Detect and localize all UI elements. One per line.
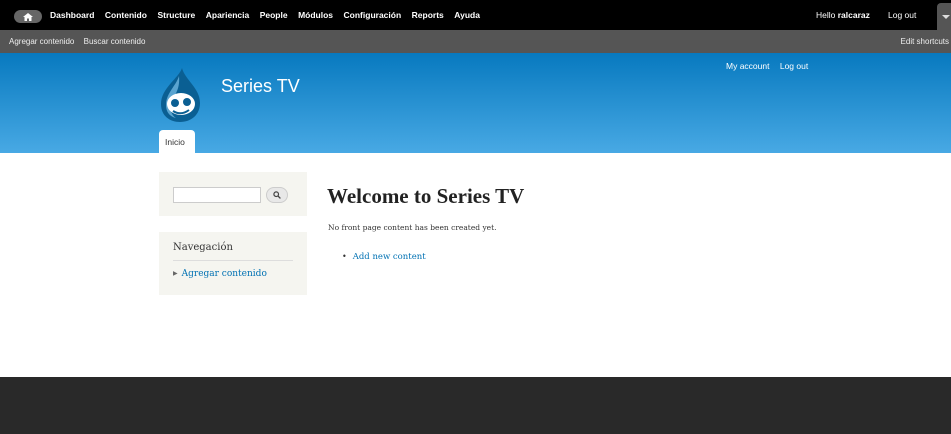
- page-message: No front page content has been created y…: [328, 223, 497, 232]
- navigation-divider: [173, 260, 293, 261]
- header-logout-link[interactable]: Log out: [780, 61, 808, 71]
- search-icon: [273, 191, 281, 199]
- user-links: My account Log out: [726, 61, 816, 71]
- toolbar-logout-link[interactable]: Log out: [888, 10, 916, 20]
- add-new-content-link[interactable]: Add new content: [353, 252, 426, 262]
- site-footer: [0, 377, 951, 434]
- search-block: [159, 172, 307, 216]
- site-logo[interactable]: [157, 66, 203, 129]
- page-title: Welcome to Series TV: [327, 184, 525, 208]
- my-account-link[interactable]: My account: [726, 61, 769, 71]
- toggle-arrow-icon[interactable]: [937, 3, 951, 30]
- menu-ayuda[interactable]: Ayuda: [454, 10, 480, 20]
- shortcut-buscar-contenido[interactable]: Buscar contenido: [84, 37, 146, 46]
- shortcuts-bar: Agregar contenido Buscar contenido Edit …: [0, 30, 951, 53]
- home-button[interactable]: [14, 10, 42, 23]
- menu-people[interactable]: People: [260, 10, 288, 20]
- search-button[interactable]: [266, 187, 288, 203]
- bullet-arrow-icon: ▶: [173, 270, 178, 277]
- admin-menu: Dashboard Contenido Structure Apariencia…: [50, 10, 490, 20]
- site-name[interactable]: Series TV: [221, 76, 300, 97]
- menu-reports[interactable]: Reports: [412, 10, 444, 20]
- bullet-icon: •: [342, 252, 347, 261]
- edit-shortcuts-link[interactable]: Edit shortcuts: [901, 37, 949, 46]
- site-header: Series TV My account Log out Inicio: [0, 53, 951, 153]
- hello-user: Hello ralcaraz: [816, 10, 870, 20]
- nav-item-label[interactable]: Agregar contenido: [182, 269, 267, 279]
- home-icon: [23, 12, 33, 21]
- tab-inicio[interactable]: Inicio: [159, 130, 195, 153]
- admin-toolbar: Dashboard Contenido Structure Apariencia…: [0, 0, 951, 30]
- add-content-item: • Add new content: [342, 252, 426, 262]
- navigation-block: Navegación ▶ Agregar contenido: [159, 232, 307, 295]
- nav-item-agregar-contenido[interactable]: ▶ Agregar contenido: [173, 269, 267, 279]
- hello-prefix: Hello: [816, 10, 836, 20]
- menu-apariencia[interactable]: Apariencia: [206, 10, 249, 20]
- search-input[interactable]: [173, 187, 261, 203]
- drupal-drop-logo: [161, 68, 200, 122]
- shortcut-links: Agregar contenido Buscar contenido: [9, 37, 152, 46]
- menu-structure[interactable]: Structure: [157, 10, 195, 20]
- menu-dashboard[interactable]: Dashboard: [50, 10, 94, 20]
- navigation-title: Navegación: [173, 242, 233, 253]
- menu-contenido[interactable]: Contenido: [105, 10, 147, 20]
- shortcut-agregar-contenido[interactable]: Agregar contenido: [9, 37, 74, 46]
- menu-modulos[interactable]: Módulos: [298, 10, 333, 20]
- username-link[interactable]: ralcaraz: [838, 10, 870, 20]
- menu-configuracion[interactable]: Configuración: [344, 10, 402, 20]
